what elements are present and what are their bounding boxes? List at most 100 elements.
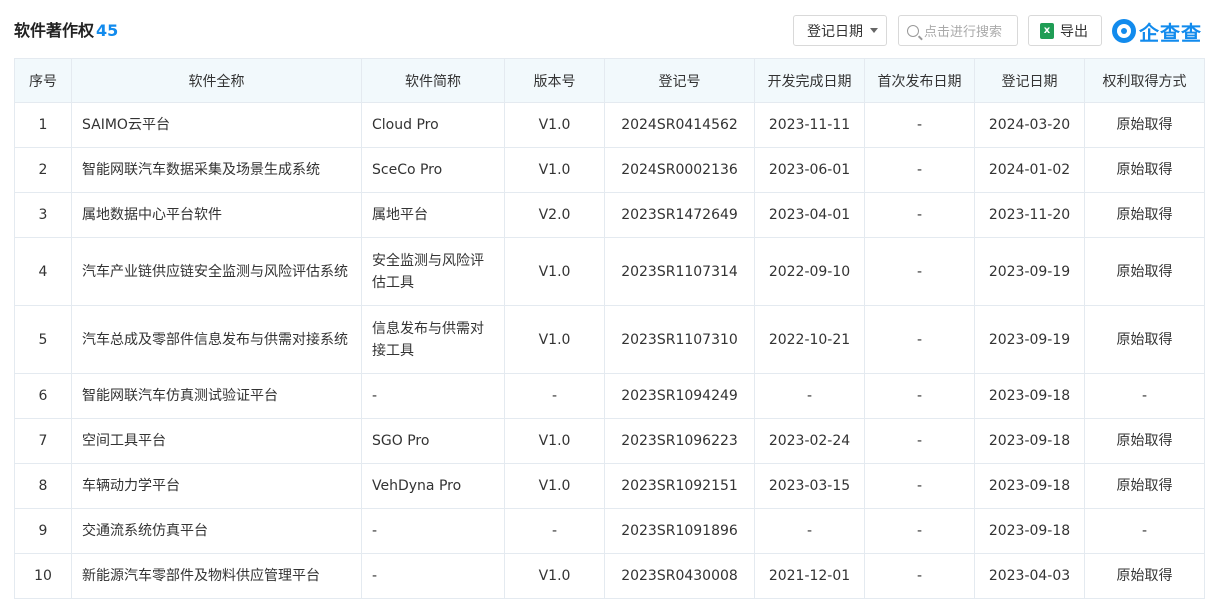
table-row[interactable]: 8 车辆动力学平台 VehDyna Pro V1.0 2023SR1092151… xyxy=(14,463,1205,509)
export-label: 导出 xyxy=(1060,23,1088,40)
cell-dev-done: 2021-12-01 xyxy=(754,553,865,599)
col-header-no[interactable]: 序号 xyxy=(14,58,72,103)
col-header-first-pub[interactable]: 首次发布日期 xyxy=(864,58,975,103)
table-row[interactable]: 9 交通流系统仿真平台 - - 2023SR1091896 - - 2023-0… xyxy=(14,508,1205,554)
search-input[interactable]: 点击进行搜索 xyxy=(898,15,1018,46)
col-header-rights[interactable]: 权利取得方式 xyxy=(1084,58,1205,103)
cell-no: 7 xyxy=(14,418,72,464)
col-header-reg-date[interactable]: 登记日期 xyxy=(974,58,1085,103)
cell-no: 2 xyxy=(14,147,72,193)
cell-full-name: 新能源汽车零部件及物料供应管理平台 xyxy=(71,553,362,599)
cell-short-name: 安全监测与风险评估工具 xyxy=(361,237,505,306)
cell-no: 6 xyxy=(14,373,72,419)
qichacha-logo-icon xyxy=(1112,19,1136,43)
table-row[interactable]: 4 汽车产业链供应链安全监测与风险评估系统 安全监测与风险评估工具 V1.0 2… xyxy=(14,237,1205,306)
cell-reg-no: 2023SR1091896 xyxy=(604,508,755,554)
cell-no: 9 xyxy=(14,508,72,554)
table-row[interactable]: 1 SAIMO云平台 Cloud Pro V1.0 2024SR0414562 … xyxy=(14,102,1205,148)
search-placeholder: 点击进行搜索 xyxy=(924,25,1003,40)
qichacha-logo[interactable]: 企查查 xyxy=(1112,17,1202,45)
cell-reg-no: 2024SR0002136 xyxy=(604,147,755,193)
cell-short-name: Cloud Pro xyxy=(361,102,505,148)
caret-down-icon xyxy=(870,28,878,33)
cell-first-pub: - xyxy=(864,418,975,464)
cell-short-name: VehDyna Pro xyxy=(361,463,505,509)
cell-dev-done: 2022-09-10 xyxy=(754,237,865,306)
cell-rights: 原始取得 xyxy=(1084,192,1205,238)
cell-full-name: 属地数据中心平台软件 xyxy=(71,192,362,238)
cell-rights: 原始取得 xyxy=(1084,102,1205,148)
cell-full-name: 智能网联汽车仿真测试验证平台 xyxy=(71,373,362,419)
cell-version: - xyxy=(504,373,605,419)
export-button[interactable]: x 导出 xyxy=(1028,15,1102,46)
cell-full-name: 交通流系统仿真平台 xyxy=(71,508,362,554)
date-sort-dropdown[interactable]: 登记日期 xyxy=(793,15,887,46)
cell-full-name: 智能网联汽车数据采集及场景生成系统 xyxy=(71,147,362,193)
cell-short-name: - xyxy=(361,553,505,599)
cell-first-pub: - xyxy=(864,463,975,509)
cell-reg-no: 2023SR0430008 xyxy=(604,553,755,599)
col-header-dev-done[interactable]: 开发完成日期 xyxy=(754,58,865,103)
col-header-version[interactable]: 版本号 xyxy=(504,58,605,103)
cell-no: 8 xyxy=(14,463,72,509)
table-row[interactable]: 10 新能源汽车零部件及物料供应管理平台 - V1.0 2023SR043000… xyxy=(14,553,1205,599)
cell-reg-date: 2023-11-20 xyxy=(974,192,1085,238)
cell-version: V2.0 xyxy=(504,192,605,238)
col-header-short-name[interactable]: 软件简称 xyxy=(361,58,505,103)
cell-reg-no: 2023SR1094249 xyxy=(604,373,755,419)
search-icon xyxy=(907,24,919,37)
cell-version: V1.0 xyxy=(504,102,605,148)
cell-full-name: 汽车总成及零部件信息发布与供需对接系统 xyxy=(71,305,362,374)
cell-rights: - xyxy=(1084,373,1205,419)
table-row[interactable]: 5 汽车总成及零部件信息发布与供需对接系统 信息发布与供需对接工具 V1.0 2… xyxy=(14,305,1205,374)
cell-no: 1 xyxy=(14,102,72,148)
cell-reg-date: 2023-09-19 xyxy=(974,305,1085,374)
cell-first-pub: - xyxy=(864,147,975,193)
cell-version: V1.0 xyxy=(504,463,605,509)
col-header-full-name[interactable]: 软件全称 xyxy=(71,58,362,103)
cell-short-name: SGO Pro xyxy=(361,418,505,464)
cell-full-name: 车辆动力学平台 xyxy=(71,463,362,509)
cell-rights: 原始取得 xyxy=(1084,237,1205,306)
logo-text: 企查查 xyxy=(1139,20,1202,45)
section-header: 软件著作权 45 登记日期 点击进行搜索 x 导出 企查查 xyxy=(0,0,1215,58)
table-row[interactable]: 2 智能网联汽车数据采集及场景生成系统 SceCo Pro V1.0 2024S… xyxy=(14,147,1205,193)
cell-rights: 原始取得 xyxy=(1084,418,1205,464)
cell-no: 5 xyxy=(14,305,72,374)
cell-dev-done: - xyxy=(754,508,865,554)
cell-reg-date: 2023-09-18 xyxy=(974,508,1085,554)
cell-first-pub: - xyxy=(864,102,975,148)
section-title-text: 软件著作权 xyxy=(14,21,95,40)
table-header-row: 序号 软件全称 软件简称 版本号 登记号 开发完成日期 首次发布日期 登记日期 … xyxy=(14,58,1205,103)
cell-reg-date: 2023-04-03 xyxy=(974,553,1085,599)
cell-first-pub: - xyxy=(864,373,975,419)
cell-reg-date: 2023-09-18 xyxy=(974,463,1085,509)
col-header-reg-no[interactable]: 登记号 xyxy=(604,58,755,103)
cell-short-name: - xyxy=(361,508,505,554)
cell-reg-no: 2023SR1092151 xyxy=(604,463,755,509)
cell-reg-no: 2023SR1107310 xyxy=(604,305,755,374)
cell-first-pub: - xyxy=(864,237,975,306)
cell-short-name: 属地平台 xyxy=(361,192,505,238)
cell-reg-date: 2024-01-02 xyxy=(974,147,1085,193)
cell-version: V1.0 xyxy=(504,418,605,464)
cell-first-pub: - xyxy=(864,508,975,554)
cell-reg-no: 2023SR1107314 xyxy=(604,237,755,306)
cell-full-name: SAIMO云平台 xyxy=(71,102,362,148)
cell-version: V1.0 xyxy=(504,237,605,306)
cell-dev-done: 2023-11-11 xyxy=(754,102,865,148)
cell-version: - xyxy=(504,508,605,554)
cell-no: 4 xyxy=(14,237,72,306)
cell-first-pub: - xyxy=(864,305,975,374)
table-row[interactable]: 7 空间工具平台 SGO Pro V1.0 2023SR1096223 2023… xyxy=(14,418,1205,464)
table-row[interactable]: 3 属地数据中心平台软件 属地平台 V2.0 2023SR1472649 202… xyxy=(14,192,1205,238)
excel-icon: x xyxy=(1040,22,1054,39)
software-copyright-table: 序号 软件全称 软件简称 版本号 登记号 开发完成日期 首次发布日期 登记日期 … xyxy=(14,58,1205,599)
date-sort-label: 登记日期 xyxy=(807,23,863,40)
table-row[interactable]: 6 智能网联汽车仿真测试验证平台 - - 2023SR1094249 - - 2… xyxy=(14,373,1205,419)
cell-rights: 原始取得 xyxy=(1084,553,1205,599)
record-count: 45 xyxy=(96,21,119,40)
cell-dev-done: 2022-10-21 xyxy=(754,305,865,374)
cell-no: 10 xyxy=(14,553,72,599)
cell-rights: - xyxy=(1084,508,1205,554)
